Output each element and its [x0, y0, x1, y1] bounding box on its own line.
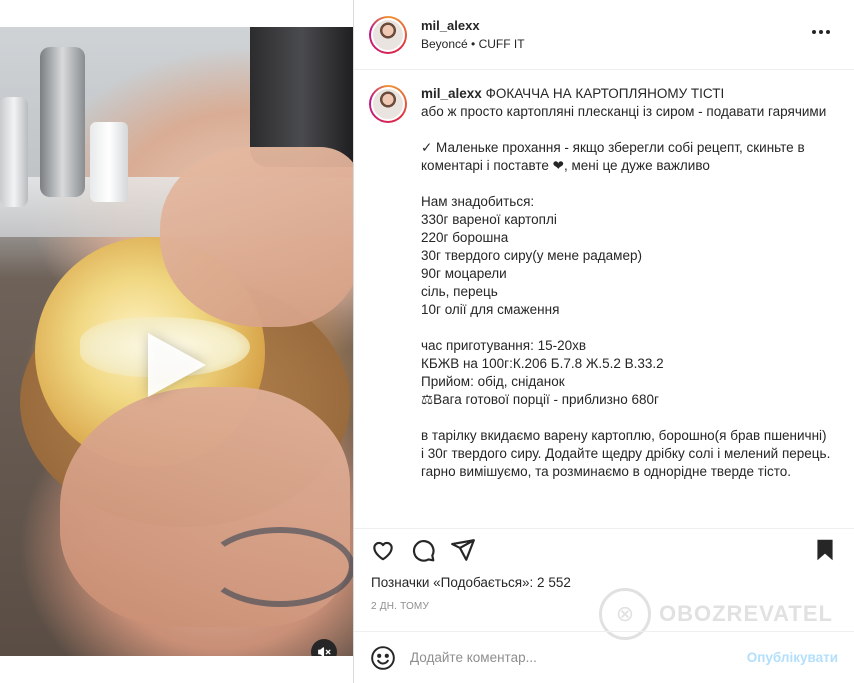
caption-line [421, 175, 831, 193]
upper-hand [160, 147, 353, 327]
watermark-text: OBOZREVATEL [659, 601, 833, 626]
caption-line: 330г вареної картоплі [421, 212, 557, 227]
post-time[interactable]: 2 ДН. ТОМУ [371, 601, 429, 612]
heart-icon[interactable] [370, 537, 396, 563]
pepper-grinder [40, 47, 85, 197]
audio-label[interactable]: Beyoncé • CUFF IT [421, 37, 525, 51]
muted-speaker-icon[interactable] [311, 639, 337, 656]
tattoo [205, 527, 353, 607]
caption-line: ФОКАЧЧА НА КАРТОПЛЯНОМУ ТІСТІ [485, 86, 725, 101]
emoji-icon[interactable] [370, 645, 396, 671]
comment-bar: Опублікувати [354, 631, 854, 683]
caption-line: 220г борошна [421, 230, 509, 245]
send-icon[interactable] [450, 537, 476, 563]
avatar[interactable] [369, 15, 407, 54]
likes-count[interactable]: Позначки «Подобається»: 2 552 [371, 575, 571, 590]
kitchen-appliance [250, 27, 353, 167]
caption-line: КБЖВ на 100г:К.206 Б.7.8 Ж.5.2 В.33.2 [421, 356, 664, 371]
caption-line [421, 409, 831, 427]
caption-line: 90г моцарели [421, 266, 507, 281]
caption-line: ✓ Маленьке прохання - якщо зберегли собі… [421, 140, 809, 173]
caption-line: Нам знадобиться: [421, 194, 535, 209]
caption-line: в тарілку вкидаємо варену картоплю, боро… [421, 428, 831, 461]
action-bar [354, 528, 854, 564]
play-icon[interactable] [148, 333, 206, 397]
post-panel: mil_alexx Beyoncé • CUFF IT mil_alexx ФО… [353, 0, 854, 683]
post-header: mil_alexx Beyoncé • CUFF IT [354, 0, 854, 70]
caption-line: гарно вимішуємо, та розминаємо в однорід… [421, 464, 792, 479]
caption-line: або ж просто картопляні плесканці із сир… [421, 104, 827, 119]
video-pane [0, 0, 353, 683]
reel-video[interactable] [0, 27, 353, 656]
caption-line: Прийом: обід, сніданок [421, 374, 565, 389]
caption-text: mil_alexx ФОКАЧЧА НА КАРТОПЛЯНОМУ ТІСТІ … [421, 85, 831, 517]
caption-line [421, 121, 831, 139]
glass-jar [0, 97, 28, 207]
caption-line: 10г олії для смаження [421, 302, 560, 317]
caption-line: час приготування: 15-20хв [421, 338, 587, 353]
comment-icon[interactable] [410, 537, 436, 563]
caption-line: сіль, перець [421, 284, 498, 299]
more-icon[interactable] [808, 26, 834, 38]
caption-line: 30г твердого сиру(у мене радамер) [421, 248, 642, 263]
bookmark-icon[interactable] [812, 537, 838, 563]
caption-username[interactable]: mil_alexx [421, 86, 482, 101]
caption-line: ⚖Вага готової порції - приблизно 680г [421, 392, 659, 407]
comment-input[interactable] [410, 650, 730, 665]
username-link[interactable]: mil_alexx [421, 18, 525, 33]
caption-avatar[interactable] [369, 85, 407, 123]
caption-line [421, 319, 831, 337]
caption-area[interactable]: mil_alexx ФОКАЧЧА НА КАРТОПЛЯНОМУ ТІСТІ … [354, 71, 854, 517]
post-comment-button[interactable]: Опублікувати [747, 650, 838, 665]
salt-shaker [90, 122, 128, 202]
